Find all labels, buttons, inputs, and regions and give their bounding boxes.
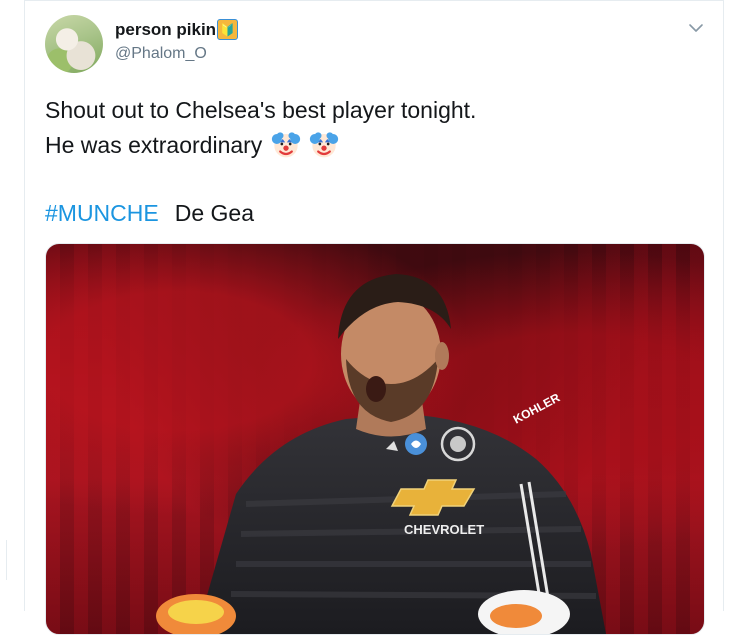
goalkeeper-photo: CHEVROLET KOHLER: [156, 274, 606, 634]
kit-sponsor-text: CHEVROLET: [404, 522, 484, 537]
display-name[interactable]: person pikin: [115, 20, 216, 40]
tweet-text-line-2: He was extraordinary: [45, 128, 476, 163]
hashtag-link[interactable]: #MUNCHE: [45, 200, 159, 226]
tweet-options-caret[interactable]: [685, 17, 707, 39]
sleeve-sponsor-text: KOHLER: [511, 390, 563, 426]
tweet-photo[interactable]: CHEVROLET KOHLER: [45, 243, 705, 635]
tweet-tags: #MUNCHE De Gea: [45, 196, 254, 231]
avatar[interactable]: [45, 15, 103, 73]
clown-face-icon: [271, 132, 300, 158]
beginner-badge-icon: 🔰: [217, 19, 239, 40]
tag-text: De Gea: [174, 200, 254, 226]
left-edge-divider: [0, 540, 7, 580]
tweet-text-line-2-content: He was extraordinary: [45, 132, 263, 158]
tweet-card[interactable]: person pikin 🔰 @Phalom_O Shout out to Ch…: [24, 0, 724, 635]
tweet-text-line-1: Shout out to Chelsea's best player tonig…: [45, 97, 477, 123]
tweet-text: Shout out to Chelsea's best player tonig…: [45, 93, 476, 163]
author-name-row: person pikin 🔰: [115, 19, 239, 40]
clown-face-icon: [309, 132, 339, 158]
chevron-down-icon: [689, 24, 703, 32]
user-handle[interactable]: @Phalom_O: [115, 45, 207, 63]
